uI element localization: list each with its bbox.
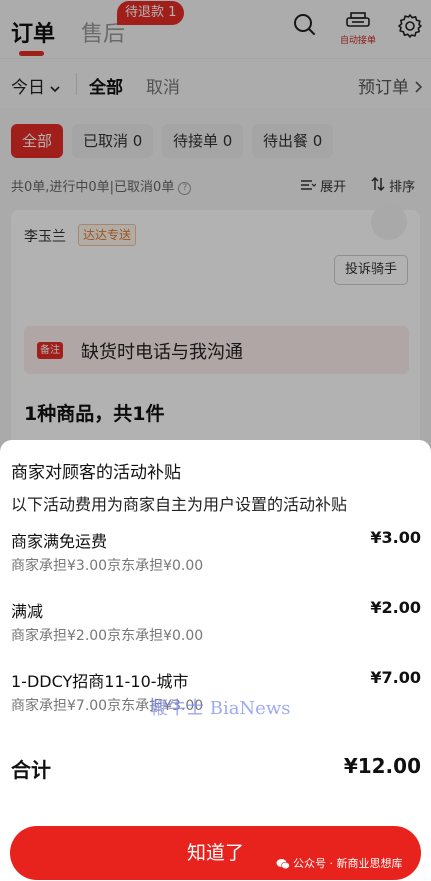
activity-amount: ¥7.00 bbox=[370, 668, 421, 687]
got-it-button[interactable]: 知道了 bbox=[10, 826, 421, 880]
activity-row: 商家满免运费 ¥3.00 商家承担¥3.00京东承担¥0.00 bbox=[0, 528, 431, 578]
activity-name: 满减 bbox=[11, 602, 44, 621]
activity-row: 满减 ¥2.00 商家承担¥2.00京东承担¥0.00 bbox=[0, 598, 431, 648]
total-label: 合计 bbox=[11, 758, 51, 782]
activity-amount: ¥2.00 bbox=[370, 598, 421, 617]
watermark: 鞭牛士 BiaNews bbox=[150, 698, 291, 719]
activity-name: 商家满免运费 bbox=[11, 532, 108, 551]
activity-cost-split: 商家承担¥3.00京东承担¥0.00 bbox=[11, 558, 204, 574]
activity-name: 1-DDCY招商11-10-城市 bbox=[11, 672, 189, 691]
wechat-icon bbox=[276, 859, 290, 870]
subsidy-sheet: 商家对顾客的活动补贴 以下活动费用为商家自主为用户设置的活动补贴 商家满免运费 … bbox=[0, 440, 431, 881]
activity-cost-split: 商家承担¥2.00京东承担¥0.00 bbox=[11, 628, 204, 644]
activity-amount: ¥3.00 bbox=[370, 528, 421, 547]
sheet-subtitle: 以下活动费用为商家自主为用户设置的活动补贴 bbox=[11, 495, 348, 514]
total-amount: ¥12.00 bbox=[343, 754, 421, 778]
wechat-mark-text: 公众号 · 新商业思想库 bbox=[293, 857, 403, 870]
wechat-account-mark: 公众号 · 新商业思想库 bbox=[276, 855, 403, 871]
sheet-title: 商家对顾客的活动补贴 bbox=[11, 463, 181, 483]
